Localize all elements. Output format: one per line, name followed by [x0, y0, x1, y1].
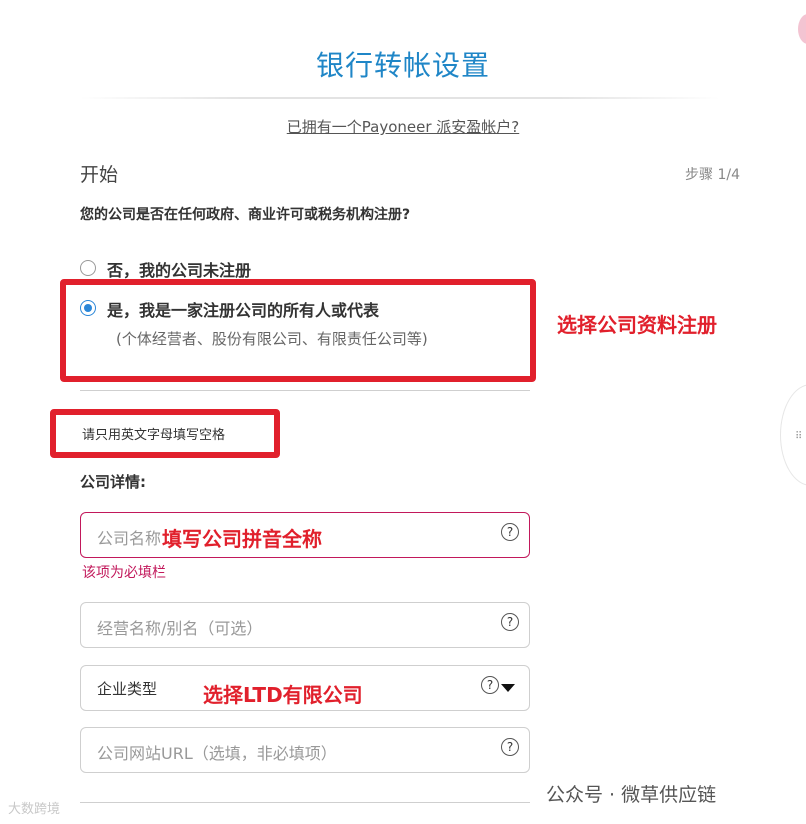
company-type-help-icon[interactable]: ?	[481, 676, 499, 694]
side-floating-widget[interactable]: ⠿	[780, 384, 806, 486]
annotation-box-registration	[60, 279, 536, 382]
website-placeholder: 公司网站URL（选填，非必填项）	[97, 744, 337, 763]
existing-account-link[interactable]: 已拥有一个Payoneer 派安盈帐户?	[287, 118, 519, 136]
company-name-placeholder: 公司名称	[97, 529, 162, 548]
corner-avatar	[798, 14, 806, 44]
title-divider	[80, 97, 720, 99]
website-help-icon[interactable]: ?	[501, 738, 519, 756]
step-heading: 开始	[80, 164, 119, 186]
dba-name-placeholder: 经营名称/别名（可选）	[97, 619, 263, 638]
watermark-left: 大数跨境	[8, 802, 61, 817]
watermark-right: 公众号 · 微草供应链	[546, 784, 717, 806]
company-name-help-icon[interactable]: ?	[501, 523, 519, 541]
annotation-select-ltd: 选择LTD有限公司	[203, 683, 363, 707]
dba-name-help-icon[interactable]: ?	[501, 613, 519, 631]
bottom-divider	[80, 802, 530, 803]
drag-handle-icon: ⠿	[795, 431, 804, 442]
website-field[interactable]: 公司网站URL（选填，非必填项） ?	[80, 727, 530, 773]
radio-not-registered[interactable]	[80, 260, 96, 276]
company-type-value: 企业类型	[97, 680, 158, 698]
step-indicator: 步骤 1/4	[685, 167, 740, 183]
chevron-down-icon[interactable]	[501, 684, 515, 692]
company-name-error: 该项为必填栏	[82, 565, 166, 581]
page-title: 银行转帐设置	[315, 49, 490, 82]
option-not-registered-label[interactable]: 否，我的公司未注册	[107, 257, 251, 281]
dba-name-field[interactable]: 经营名称/别名（可选） ?	[80, 602, 530, 648]
english-only-hint: 请只用英文字母填写空格	[82, 428, 226, 443]
annotation-select-registration: 选择公司资料注册	[557, 313, 717, 337]
existing-account-link-wrap: 已拥有一个Payoneer 派安盈帐户?	[0, 116, 806, 137]
registration-question: 您的公司是否在任何政府、商业许可或税务机构注册?	[80, 207, 411, 223]
section-divider	[80, 390, 530, 391]
annotation-fill-company-name: 填写公司拼音全称	[162, 527, 322, 551]
company-details-title: 公司详情:	[80, 473, 146, 491]
